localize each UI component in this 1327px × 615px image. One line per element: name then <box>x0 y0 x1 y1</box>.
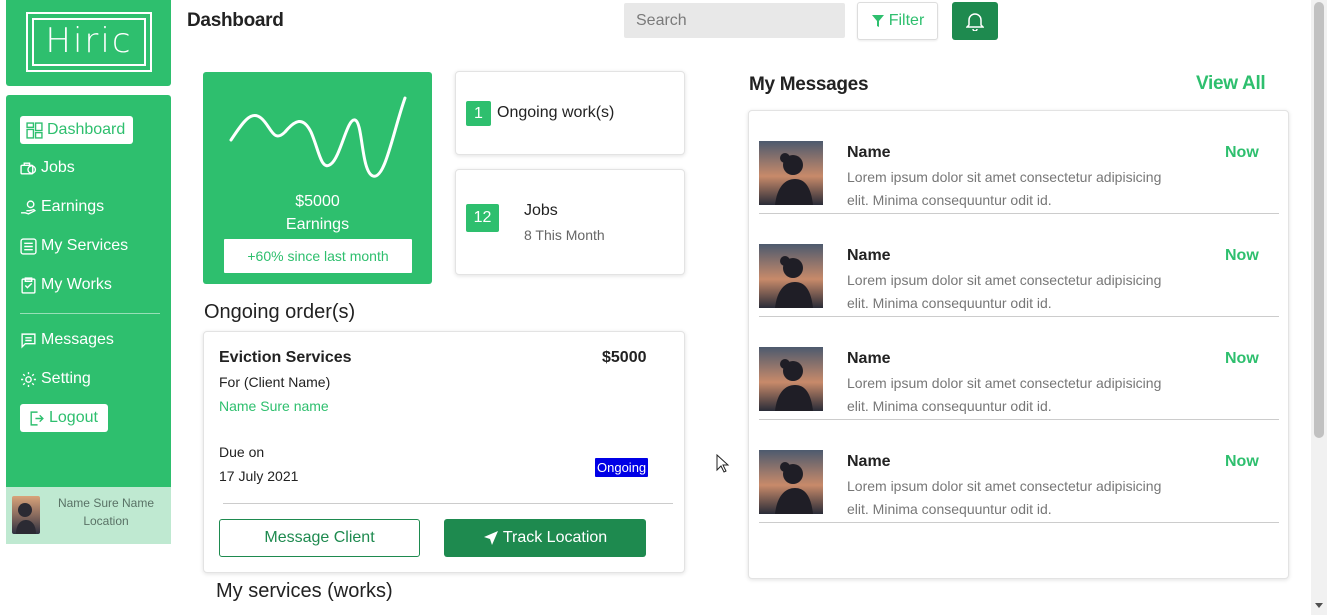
sidebar-item-my-works[interactable]: My Works <box>20 271 112 299</box>
order-due-date: 17 July 2021 <box>219 468 299 484</box>
messages-icon <box>21 332 36 349</box>
logo-frame: Hiric <box>26 12 152 72</box>
message-preview: Lorem ipsum dolor sit amet consectetur a… <box>847 478 1162 517</box>
message-preview: Lorem ipsum dolor sit amet consectetur a… <box>847 169 1162 208</box>
filter-icon <box>871 15 884 27</box>
message-time: Now <box>1225 453 1259 470</box>
order-service: Eviction Services <box>219 349 352 366</box>
message-item[interactable]: Name Lorem ipsum dolor sit amet consecte… <box>759 317 1279 420</box>
avatar <box>759 450 823 514</box>
messages-panel: Name Lorem ipsum dolor sit amet consecte… <box>748 110 1289 579</box>
message-sender: Name <box>847 247 891 264</box>
status-badge: Ongoing <box>595 458 649 477</box>
page-title: Dashboard <box>187 10 284 31</box>
message-time: Now <box>1225 144 1259 161</box>
sidebar-item-my-services[interactable]: My Services <box>20 232 128 260</box>
sidebar-item-label: Jobs <box>41 159 75 176</box>
sidebar-item-label: Earnings <box>41 198 105 215</box>
logo-text: Hiric <box>32 18 146 66</box>
gear-icon <box>21 371 36 387</box>
sidebar: Dashboard Jobs Earnings My Services My W… <box>6 95 171 487</box>
message-time: Now <box>1225 350 1259 367</box>
filter-button[interactable]: Filter <box>857 2 938 40</box>
earnings-icon <box>21 199 37 215</box>
logo[interactable]: Hiric <box>6 0 171 86</box>
sidebar-item-jobs[interactable]: Jobs <box>20 154 75 182</box>
ongoing-count: 1 <box>466 101 491 126</box>
jobs-icon <box>20 161 37 175</box>
message-sender: Name <box>847 144 891 161</box>
order-due-label: Due on <box>219 444 265 460</box>
ongoing-work-card[interactable]: 1 Ongoing work(s) <box>455 71 685 155</box>
services-icon <box>20 237 37 255</box>
messages-title: My Messages <box>749 74 869 95</box>
message-preview: Lorem ipsum dolor sit amet consectetur a… <box>847 272 1162 311</box>
logout-label: Logout <box>49 409 98 426</box>
order-for-label: For (Client Name) <box>219 374 331 390</box>
jobs-sub: 8 This Month <box>524 227 605 243</box>
dashboard-icon <box>26 121 43 139</box>
jobs-label: Jobs <box>524 202 558 219</box>
ongoing-label: Ongoing work(s) <box>497 104 615 121</box>
jobs-count: 12 <box>466 204 499 232</box>
message-preview: Lorem ipsum dolor sit amet consectetur a… <box>847 375 1162 414</box>
message-time: Now <box>1225 247 1259 264</box>
message-item[interactable]: Name Lorem ipsum dolor sit amet consecte… <box>759 214 1279 317</box>
earnings-amount: $5000 <box>295 193 340 210</box>
earnings-sparkline-icon <box>229 96 407 178</box>
logout-button[interactable]: Logout <box>20 404 108 432</box>
jobs-card[interactable]: 12 Jobs 8 This Month <box>455 169 685 275</box>
order-divider <box>223 503 673 504</box>
scrollbar[interactable] <box>1311 0 1327 615</box>
order-client-link[interactable]: Name Sure name <box>219 398 329 414</box>
profile-card[interactable]: Name Sure Name Location <box>6 487 171 544</box>
order-price: $5000 <box>602 349 647 366</box>
sidebar-item-label: My Works <box>41 276 112 293</box>
profile-name: Name Sure Name <box>57 496 155 510</box>
track-location-label: Track Location <box>502 529 608 546</box>
scrollbar-thumb[interactable] <box>1314 2 1324 438</box>
earnings-card[interactable]: $5000 Earnings +60% since last month <box>203 72 432 284</box>
profile-location: Location <box>83 514 129 528</box>
logout-icon <box>30 410 44 426</box>
sidebar-item-messages[interactable]: Messages <box>20 326 114 354</box>
notification-button[interactable] <box>952 2 998 40</box>
filter-label: Filter <box>888 12 925 29</box>
view-all-link[interactable]: View All <box>1196 73 1266 95</box>
sidebar-item-label: My Services <box>41 237 129 254</box>
sidebar-item-dashboard[interactable]: Dashboard <box>20 116 134 144</box>
search-input[interactable] <box>624 3 845 38</box>
services-title: My services (works) <box>216 580 393 602</box>
sidebar-item-label: Setting <box>41 370 91 387</box>
bell-icon <box>966 13 984 31</box>
earnings-growth: +60% since last month <box>224 239 412 273</box>
sidebar-divider <box>20 313 160 314</box>
message-client-button[interactable]: Message Client <box>219 519 420 557</box>
message-sender: Name <box>847 453 891 470</box>
avatar <box>759 244 823 308</box>
location-arrow-icon <box>483 531 498 545</box>
avatar <box>12 496 40 534</box>
sidebar-item-label: Messages <box>41 331 114 348</box>
scroll-down-icon[interactable] <box>1315 603 1323 608</box>
avatar <box>759 141 823 205</box>
message-sender: Name <box>847 350 891 367</box>
sidebar-item-label: Dashboard <box>47 121 126 138</box>
track-location-button[interactable]: Track Location <box>444 519 646 557</box>
sidebar-item-setting[interactable]: Setting <box>20 365 91 393</box>
avatar <box>759 347 823 411</box>
works-icon <box>21 276 36 294</box>
earnings-label: Earnings <box>285 216 350 233</box>
sidebar-item-earnings[interactable]: Earnings <box>20 193 104 221</box>
orders-title: Ongoing order(s) <box>204 301 356 323</box>
message-item[interactable]: Name Lorem ipsum dolor sit amet consecte… <box>759 420 1279 523</box>
message-item[interactable]: Name Lorem ipsum dolor sit amet consecte… <box>759 111 1279 214</box>
cursor-icon <box>716 454 730 473</box>
